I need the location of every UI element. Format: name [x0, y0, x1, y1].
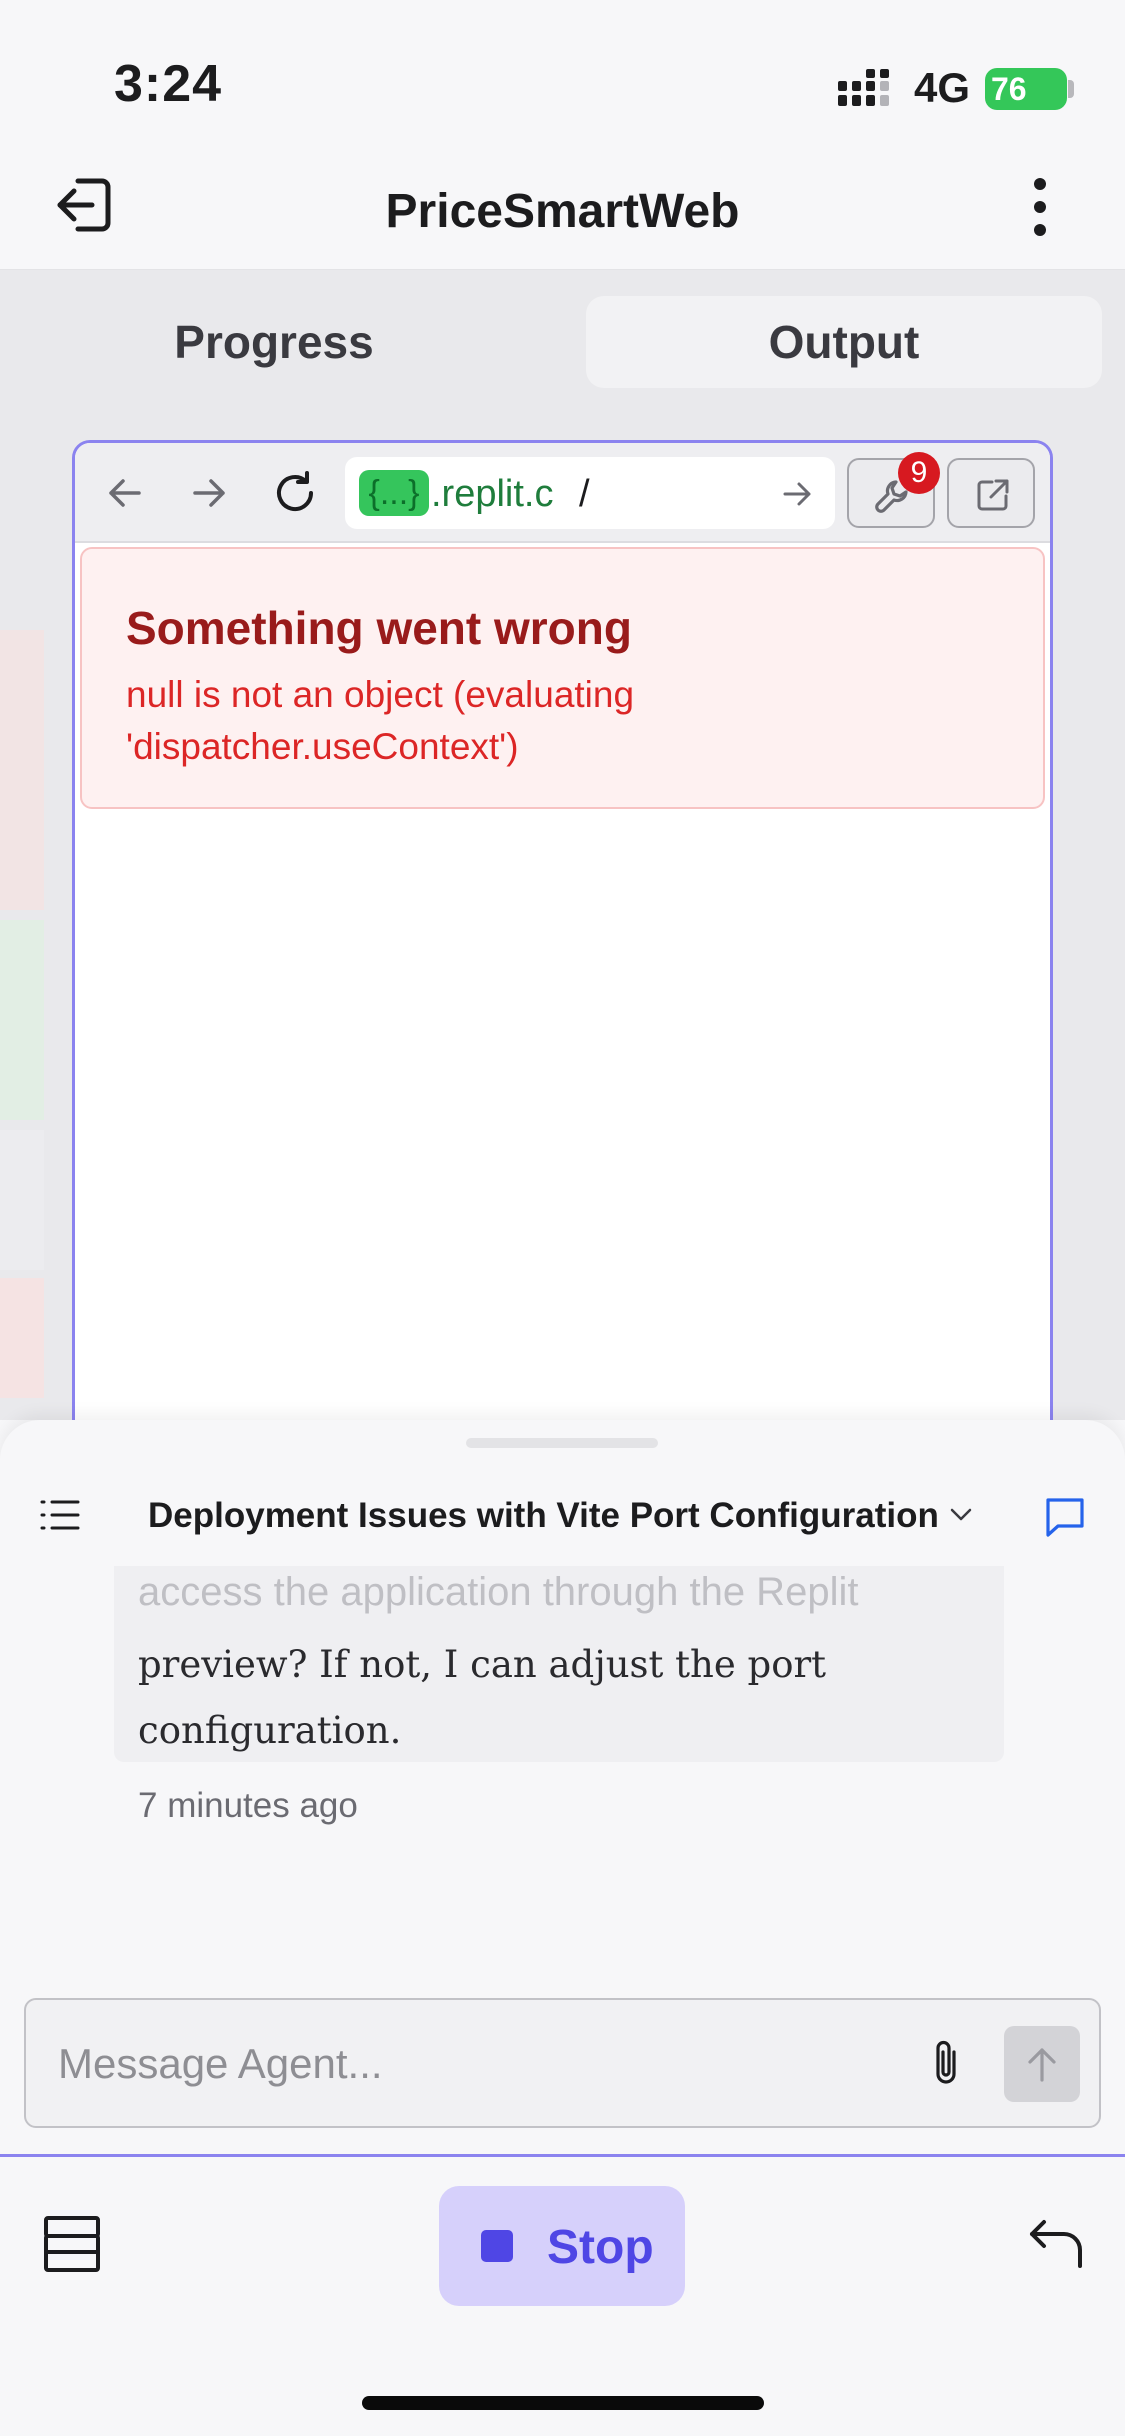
ghost-card: [0, 920, 44, 1120]
message-text: preview? If not, I can adjust the port c…: [138, 1643, 827, 1752]
battery-icon: 76: [985, 68, 1067, 110]
chevron-down-icon[interactable]: [948, 1504, 974, 1524]
devtools-button[interactable]: 9: [847, 452, 940, 528]
error-title: Something went wrong: [126, 602, 632, 654]
arrow-up-icon: [1024, 2044, 1060, 2084]
battery-tip: [1068, 80, 1074, 98]
browser-toolbar: {...} .replit.c / 9: [75, 443, 1050, 543]
ghost-card: [0, 1278, 44, 1398]
tab-progress[interactable]: Progress: [28, 296, 520, 388]
open-new-tab-button[interactable]: [947, 458, 1035, 528]
stop-icon: [481, 2230, 513, 2262]
main-area: Progress Output {...} .replit.c / 9 Some…: [0, 270, 1125, 1420]
network-label: 4G: [914, 64, 971, 111]
url-bar[interactable]: {...} .replit.c /: [345, 457, 835, 529]
thread-title[interactable]: Deployment Issues with Vite Port Configu…: [148, 1496, 939, 1536]
sheet-drag-handle[interactable]: [466, 1438, 658, 1448]
tab-output[interactable]: Output: [586, 296, 1102, 388]
sheet-divider: [0, 2154, 1125, 2157]
url-badge: {...}: [359, 470, 429, 516]
undo-icon[interactable]: [1026, 2216, 1086, 2272]
url-path: /: [579, 473, 590, 515]
app-header: PriceSmartWeb: [0, 150, 1125, 270]
progress-panel-edge: [0, 440, 44, 1420]
status-time: 3:24: [114, 55, 223, 113]
ghost-card: [0, 1130, 44, 1270]
message-input[interactable]: Message Agent...: [58, 2040, 383, 2088]
devtools-count-badge: 9: [898, 452, 940, 494]
agent-message: access the application through the Repli…: [114, 1566, 1004, 1762]
url-host: .replit.c: [431, 473, 554, 515]
app-title: PriceSmartWeb: [385, 185, 740, 238]
error-panel: Something went wrong null is not an obje…: [80, 547, 1045, 809]
webview-preview: {...} .replit.c / 9 Something went wrong…: [72, 440, 1053, 1420]
stack-icon[interactable]: [40, 2214, 104, 2274]
message-text-faded: access the application through the Repli…: [138, 1570, 859, 1614]
list-icon[interactable]: [40, 1498, 80, 1532]
ghost-card: [0, 630, 44, 910]
reload-icon[interactable]: [271, 469, 319, 517]
error-message: null is not an object (evaluating 'dispa…: [126, 674, 635, 767]
home-indicator: [362, 2396, 764, 2410]
message-composer[interactable]: Message Agent...: [24, 1998, 1101, 2128]
signal-icon: [838, 67, 902, 111]
message-timestamp: 7 minutes ago: [138, 1786, 358, 1825]
stop-label: Stop: [547, 2221, 654, 2274]
chat-bubble-icon[interactable]: [1042, 1494, 1088, 1540]
status-bar: 3:24 4G 76: [0, 0, 1125, 150]
go-arrow-icon[interactable]: [781, 479, 813, 509]
stop-button[interactable]: Stop: [439, 2186, 685, 2306]
back-arrow-icon[interactable]: [105, 473, 145, 513]
paperclip-icon[interactable]: [926, 2036, 966, 2088]
send-button[interactable]: [1004, 2026, 1080, 2102]
external-link-icon: [974, 476, 1012, 514]
agent-sheet: Deployment Issues with Vite Port Configu…: [0, 1420, 1125, 2436]
more-options-icon[interactable]: [1020, 172, 1060, 242]
forward-arrow-icon[interactable]: [189, 473, 229, 513]
